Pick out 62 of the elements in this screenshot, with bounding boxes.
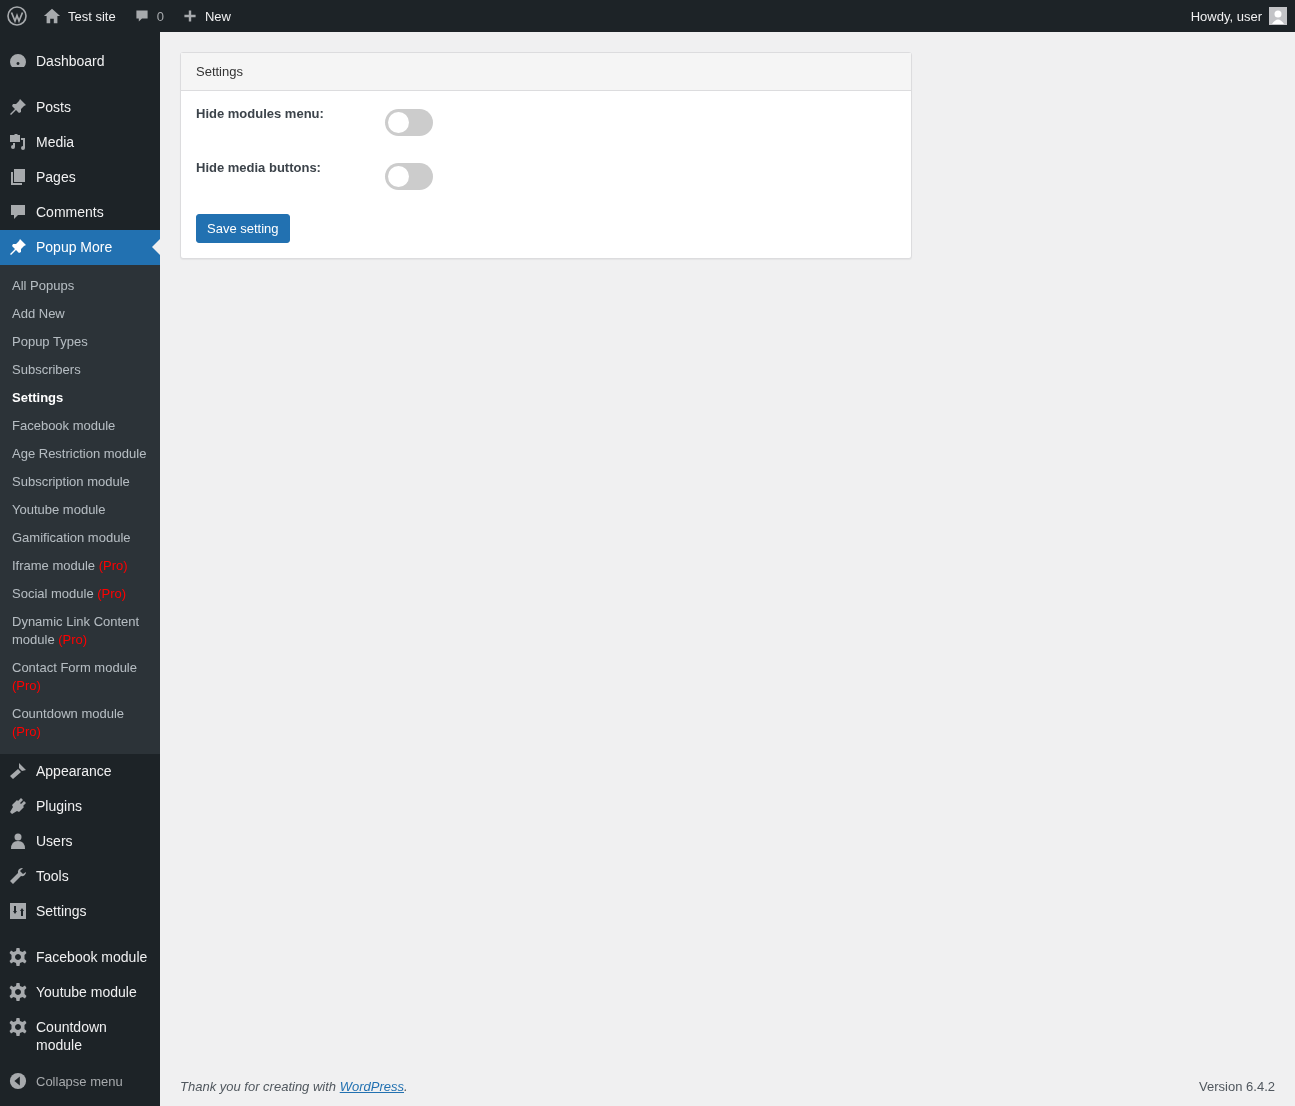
toggle-switch[interactable] <box>385 163 433 190</box>
site-link[interactable]: Test site <box>43 7 116 25</box>
version-text: Version 6.4.2 <box>1199 1079 1275 1094</box>
plug-icon <box>8 796 28 816</box>
gear-icon <box>8 982 28 1002</box>
gear-icon <box>8 1017 28 1037</box>
pages-icon <box>8 167 28 187</box>
option-label: Hide modules menu: <box>196 106 325 121</box>
menu-item[interactable]: Users <box>0 824 160 859</box>
speech-bubble-icon <box>133 8 150 24</box>
submenu-item[interactable]: Dynamic Link Content module (Pro) <box>0 608 160 654</box>
submenu-item[interactable]: Age Restriction module <box>0 440 160 468</box>
menu-item[interactable]: Appearance <box>0 754 160 789</box>
wordpress-logo-icon[interactable] <box>7 6 27 26</box>
collapse-icon <box>9 1072 27 1090</box>
submenu-item[interactable]: Add New <box>0 300 160 328</box>
save-button[interactable]: Save setting <box>196 214 290 243</box>
pushpin-icon <box>8 237 28 257</box>
submenu-item[interactable]: Popup Types <box>0 328 160 356</box>
menu-item[interactable]: Popup More <box>0 230 160 265</box>
menu-item[interactable]: Countdown module <box>0 1010 160 1062</box>
menu-item[interactable]: Posts <box>0 90 160 125</box>
toggle-switch[interactable] <box>385 109 433 136</box>
menu-item[interactable]: Facebook module <box>0 940 160 975</box>
option-label: Hide media buttons: <box>196 160 322 175</box>
submenu-item[interactable]: Youtube module <box>0 496 160 524</box>
menu-item[interactable]: Settings <box>0 894 160 929</box>
comments-link[interactable]: 0 <box>133 8 164 24</box>
menu-item[interactable]: Media <box>0 125 160 160</box>
submenu-item[interactable]: Iframe module (Pro) <box>0 552 160 580</box>
menu-item[interactable]: Comments <box>0 195 160 230</box>
speech-bubble-icon <box>8 202 28 222</box>
account-link[interactable]: Howdy, user <box>1190 7 1287 25</box>
pushpin-icon <box>8 97 28 117</box>
submenu-item[interactable]: Subscribers <box>0 356 160 384</box>
menu-item[interactable]: Plugins <box>0 789 160 824</box>
pointer-notch-icon <box>152 239 160 255</box>
submenu-item[interactable]: Countdown module (Pro) <box>0 700 160 746</box>
submenu-item[interactable]: Contact Form module (Pro) <box>0 654 160 700</box>
submenu-item[interactable]: Facebook module <box>0 412 160 440</box>
sliders-icon <box>8 901 28 921</box>
menu-item[interactable]: Tools <box>0 859 160 894</box>
plus-icon <box>181 8 198 24</box>
footer-text: Thank you for creating with WordPress. <box>180 1079 408 1094</box>
menu-item[interactable]: Youtube module <box>0 975 160 1010</box>
wordpress-link[interactable]: WordPress <box>339 1079 404 1094</box>
menu-item[interactable]: Pages <box>0 160 160 195</box>
menu-item[interactable]: Dashboard <box>0 44 160 79</box>
media-icon <box>8 132 28 152</box>
submenu-item[interactable]: Settings <box>0 384 160 412</box>
submenu-item[interactable]: Social module (Pro) <box>0 580 160 608</box>
gear-icon <box>8 947 28 967</box>
panel-title: Settings <box>196 64 243 79</box>
collapse-menu-button[interactable]: Collapse menu <box>0 1064 160 1098</box>
avatar-icon <box>1269 7 1287 25</box>
submenu-item[interactable]: All Popups <box>0 272 160 300</box>
submenu-item[interactable]: Gamification module <box>0 524 160 552</box>
submenu-item[interactable]: Subscription module <box>0 468 160 496</box>
home-icon <box>43 7 61 25</box>
wrench-icon <box>8 866 28 886</box>
new-link[interactable]: New <box>181 8 231 24</box>
user-icon <box>8 831 28 851</box>
